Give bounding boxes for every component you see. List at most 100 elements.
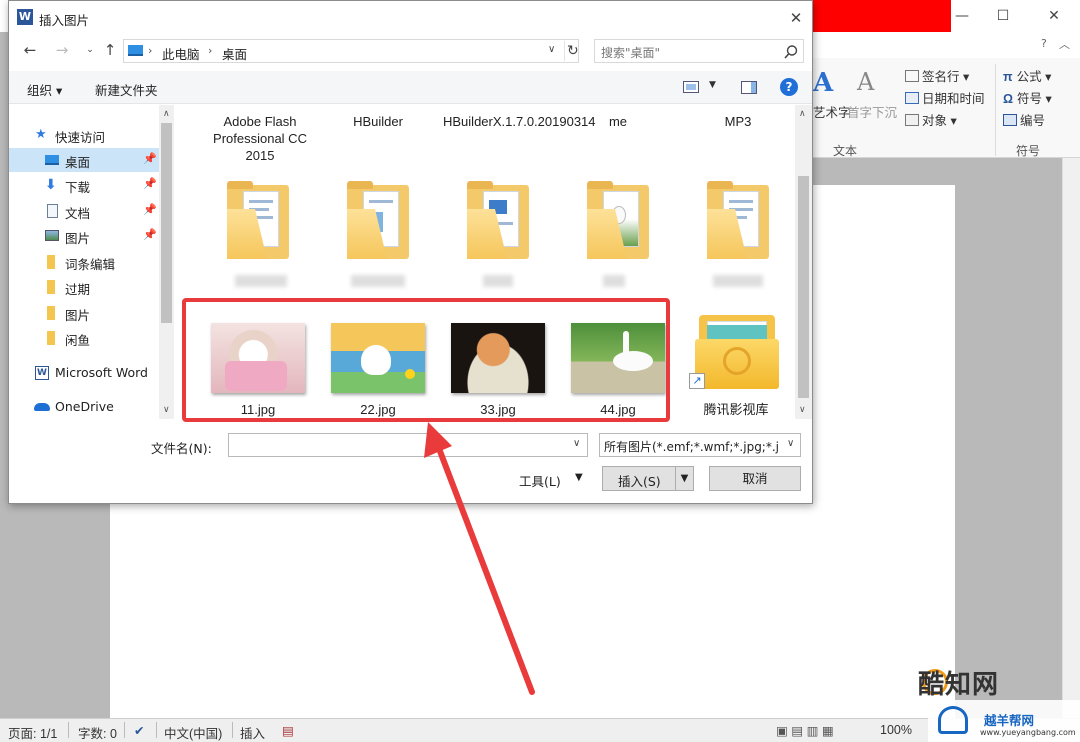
tools-dropdown-icon[interactable]: ▼ xyxy=(575,472,583,483)
nav-scroll-thumb[interactable] xyxy=(161,123,172,323)
nav-microsoft-word[interactable]: W Microsoft Word xyxy=(9,361,159,385)
dropcap-button[interactable]: 首字下沉 xyxy=(847,102,897,121)
insert-button[interactable]: 插入(S) ▼ xyxy=(602,466,694,491)
up-arrow-icon[interactable]: ↑ xyxy=(101,41,119,59)
ribbon-tab-strip: ? ︿ xyxy=(813,32,1080,58)
change-view-icon[interactable] xyxy=(683,81,699,93)
maximize-icon[interactable]: ☐ xyxy=(993,6,1013,26)
help-icon[interactable]: ? xyxy=(1041,37,1047,50)
recent-chevron-down-icon[interactable]: ⌄ xyxy=(81,41,99,59)
preview-pane-icon[interactable] xyxy=(741,81,757,94)
help-icon[interactable]: ? xyxy=(780,78,798,96)
equation-item[interactable]: π 公式 ▾ xyxy=(1003,66,1051,85)
tools-button[interactable]: 工具(L) xyxy=(519,471,561,490)
blurred-filename xyxy=(483,275,513,287)
minimize-icon[interactable]: — xyxy=(952,6,972,26)
nav-folder-entries[interactable]: 词条编辑 xyxy=(9,250,159,274)
nav-onedrive[interactable]: OneDrive xyxy=(9,395,159,419)
number-icon xyxy=(1003,114,1017,126)
watermark-yueyang: 越羊帮网 xyxy=(984,713,1035,728)
dropcap-icon[interactable]: A xyxy=(857,68,874,96)
dialog-close-icon[interactable]: ✕ xyxy=(785,7,807,29)
minimize-ribbon-icon[interactable]: ︿ xyxy=(1059,36,1070,52)
insert-dropdown-icon[interactable]: ▼ xyxy=(675,467,693,490)
nav-pictures[interactable]: 图片 📌 xyxy=(9,224,159,248)
file-item-adobe-flash[interactable]: Adobe Flash Professional CC 2015 xyxy=(205,113,315,164)
folder-icon[interactable] xyxy=(343,181,413,263)
search-box[interactable]: 搜索"桌面" xyxy=(594,39,804,63)
file-name-tencent-video[interactable]: 腾讯影视库 xyxy=(681,401,791,418)
status-zoom[interactable]: 100% xyxy=(880,723,912,737)
refresh-icon[interactable]: ↻ xyxy=(564,41,579,61)
status-page[interactable]: 页面: 1/1 xyxy=(8,723,57,742)
date-time-item[interactable]: 日期和时间 xyxy=(905,88,985,107)
breadcrumb-separator[interactable]: › xyxy=(148,44,152,57)
nav-quick-access[interactable]: ★ 快速访问 xyxy=(9,123,159,147)
view-layout-icons[interactable]: ▣ ▤ ▥ ▦ xyxy=(776,723,834,738)
file-item-hbuilderx[interactable]: HBuilderX.1.7.0.20190314 xyxy=(443,113,596,130)
file-item-mp3[interactable]: MP3 xyxy=(683,113,793,130)
scroll-up-icon[interactable]: ∧ xyxy=(799,109,806,119)
search-icon[interactable] xyxy=(783,44,799,60)
download-icon: ⬇ xyxy=(45,177,57,193)
new-folder-button[interactable]: 新建文件夹 xyxy=(95,80,158,99)
pin-icon[interactable]: 📌 xyxy=(143,203,157,216)
folder-icon[interactable] xyxy=(463,181,533,263)
macro-icon[interactable]: ▤ xyxy=(282,723,294,738)
folder-icon[interactable] xyxy=(703,181,773,263)
address-chevron-down-icon[interactable]: ∨ xyxy=(548,44,555,55)
insert-button-label: 插入(S) xyxy=(618,474,661,489)
filename-chevron-down-icon[interactable]: ∨ xyxy=(573,438,580,449)
filename-input[interactable] xyxy=(228,433,588,457)
status-words[interactable]: 字数: 0 xyxy=(78,723,117,742)
group-text-label: 文本 xyxy=(833,144,858,158)
organize-button[interactable]: 组织 ▾ xyxy=(27,80,62,99)
breadcrumb-desktop[interactable]: 桌面 xyxy=(222,44,247,63)
nav-documents[interactable]: 文档 📌 xyxy=(9,199,159,223)
wordart-button[interactable]: 艺术字 xyxy=(813,102,851,121)
cancel-button[interactable]: 取消 xyxy=(709,466,801,491)
scroll-down-icon[interactable]: ∨ xyxy=(799,405,806,415)
view-chevron-down-icon[interactable]: ▼ xyxy=(709,80,716,90)
status-language[interactable]: 中文(中国) xyxy=(164,723,222,742)
close-icon[interactable]: ✕ xyxy=(1044,6,1064,26)
watermark-kuzhi: 酷知网 xyxy=(918,670,1000,700)
file-item-me[interactable]: me xyxy=(563,113,673,130)
pin-icon[interactable]: 📌 xyxy=(143,177,157,190)
scroll-up-icon[interactable]: ∧ xyxy=(163,109,170,119)
status-divider xyxy=(68,722,69,738)
nav-downloads[interactable]: ⬇ 下载 📌 xyxy=(9,173,159,197)
nav-folder-xianyu[interactable]: 闲鱼 xyxy=(9,326,159,350)
pin-icon[interactable]: 📌 xyxy=(143,152,157,165)
numbering-item[interactable]: 编号 xyxy=(1003,110,1045,129)
object-item[interactable]: 对象 ▾ xyxy=(905,110,957,129)
wordart-icon[interactable]: A xyxy=(813,68,833,98)
folder-icon[interactable] xyxy=(583,181,653,263)
folder-icon xyxy=(47,255,55,269)
back-arrow-icon[interactable]: ← xyxy=(21,41,39,59)
breadcrumb-this-pc[interactable]: 此电脑 xyxy=(162,44,200,63)
proofing-icon[interactable]: ✔ xyxy=(134,723,144,738)
forward-arrow-icon[interactable]: → xyxy=(53,41,71,59)
file-list-scroll-thumb[interactable] xyxy=(798,176,809,398)
object-icon xyxy=(905,114,919,126)
document-scrollbar[interactable] xyxy=(1062,158,1080,718)
filetype-chevron-down-icon[interactable]: ∨ xyxy=(787,438,794,449)
file-item-hbuilder[interactable]: HBuilder xyxy=(323,113,433,130)
nav-folder-expired[interactable]: 过期 xyxy=(9,275,159,299)
filetype-select[interactable]: 所有图片(*.emf;*.wmf;*.jpg;*.j xyxy=(599,433,801,457)
symbol-item[interactable]: Ω 符号 ▾ xyxy=(1003,88,1052,107)
nav-folder-pictures[interactable]: 图片 xyxy=(9,301,159,325)
address-bar[interactable]: › 此电脑 › 桌面 ∨ ↻ xyxy=(123,39,579,63)
shortcut-arrow-icon: ↗ xyxy=(689,373,705,389)
scroll-down-icon[interactable]: ∨ xyxy=(163,405,170,415)
nav-desktop[interactable]: 桌面 📌 xyxy=(9,148,159,172)
tencent-video-folder-icon[interactable]: ↗ xyxy=(689,315,779,391)
search-input[interactable]: 搜索"桌面" xyxy=(601,44,660,61)
breadcrumb-separator[interactable]: › xyxy=(208,44,212,57)
signature-line-item[interactable]: 签名行 ▾ xyxy=(905,66,969,85)
pin-icon[interactable]: 📌 xyxy=(143,228,157,241)
status-mode[interactable]: 插入 xyxy=(240,723,265,742)
dialog-titlebar[interactable]: W 插入图片 ✕ xyxy=(9,1,812,35)
folder-icon[interactable] xyxy=(223,181,293,263)
